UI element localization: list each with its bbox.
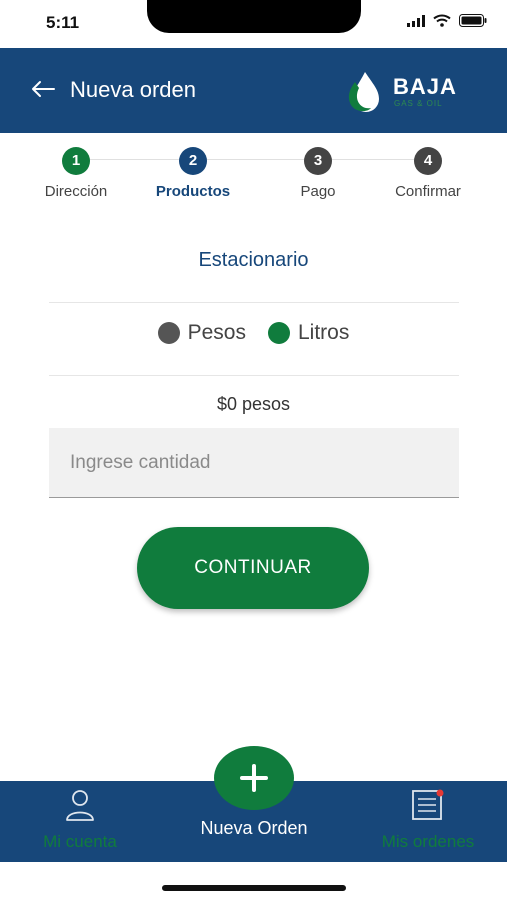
step-pago[interactable]: 3 Pago <box>263 147 373 200</box>
step-number: 3 <box>304 147 332 175</box>
quantity-input[interactable] <box>49 428 459 498</box>
status-time: 5:11 <box>46 13 80 32</box>
back-button[interactable] <box>30 76 60 106</box>
new-order-fab[interactable] <box>214 746 294 810</box>
step-direccion[interactable]: 1 Dirección <box>21 147 131 200</box>
home-indicator-area <box>0 862 507 900</box>
step-label: Confirmar <box>395 183 461 200</box>
price-display: $0 pesos <box>216 394 291 414</box>
arrow-left-icon <box>32 81 55 97</box>
home-indicator[interactable] <box>162 885 346 891</box>
nav-label: Mis ordenes <box>381 832 475 851</box>
wifi-icon <box>433 14 451 27</box>
battery-icon <box>459 14 487 27</box>
step-label: Dirección <box>44 183 108 200</box>
radio-label: Pesos <box>187 321 246 344</box>
device-notch <box>147 0 361 33</box>
step-number: 4 <box>414 147 442 175</box>
logo-text: BAJA <box>393 74 457 99</box>
user-icon <box>66 790 94 821</box>
step-number: 1 <box>62 147 90 175</box>
brand-logo: BAJA GAS & OIL <box>347 70 481 114</box>
radio-dot <box>157 322 180 344</box>
radio-label: Litros <box>298 321 350 344</box>
radio-litros[interactable]: Litros <box>268 321 349 345</box>
status-icons <box>407 14 487 27</box>
step-label: Pago <box>300 183 336 200</box>
step-label: Productos <box>155 183 231 200</box>
plus-icon <box>240 764 268 792</box>
app-header: Nueva orden BAJA GAS & OIL <box>0 48 507 133</box>
order-stepper: 1 Dirección 2 Productos 3 Pago 4 Confirm… <box>0 133 507 213</box>
signal-icon <box>407 14 425 27</box>
nav-label: Mi cuenta <box>43 832 117 851</box>
nav-mis-ordenes[interactable]: Mis ordenes <box>348 789 507 852</box>
divider <box>49 375 459 376</box>
unit-selector: Pesos Litros <box>0 321 507 345</box>
continue-button[interactable]: CONTINUAR <box>137 527 369 609</box>
logo-subtext: GAS & OIL <box>394 99 443 108</box>
page-title: Nueva orden <box>70 77 196 102</box>
orders-list-icon <box>412 789 444 820</box>
flame-drop-icon <box>348 72 379 112</box>
divider <box>49 302 459 303</box>
section-title: Estacionario <box>198 249 309 271</box>
step-productos[interactable]: 2 Productos <box>138 147 248 200</box>
status-bar: 5:11 <box>0 0 507 48</box>
radio-dot <box>268 322 290 344</box>
radio-pesos[interactable]: Pesos <box>157 321 246 345</box>
nav-mi-cuenta[interactable]: Mi cuenta <box>0 789 160 852</box>
step-confirmar[interactable]: 4 Confirmar <box>373 147 483 200</box>
step-number: 2 <box>179 147 207 175</box>
nav-label-nueva-orden[interactable]: Nueva Orden <box>174 818 334 839</box>
